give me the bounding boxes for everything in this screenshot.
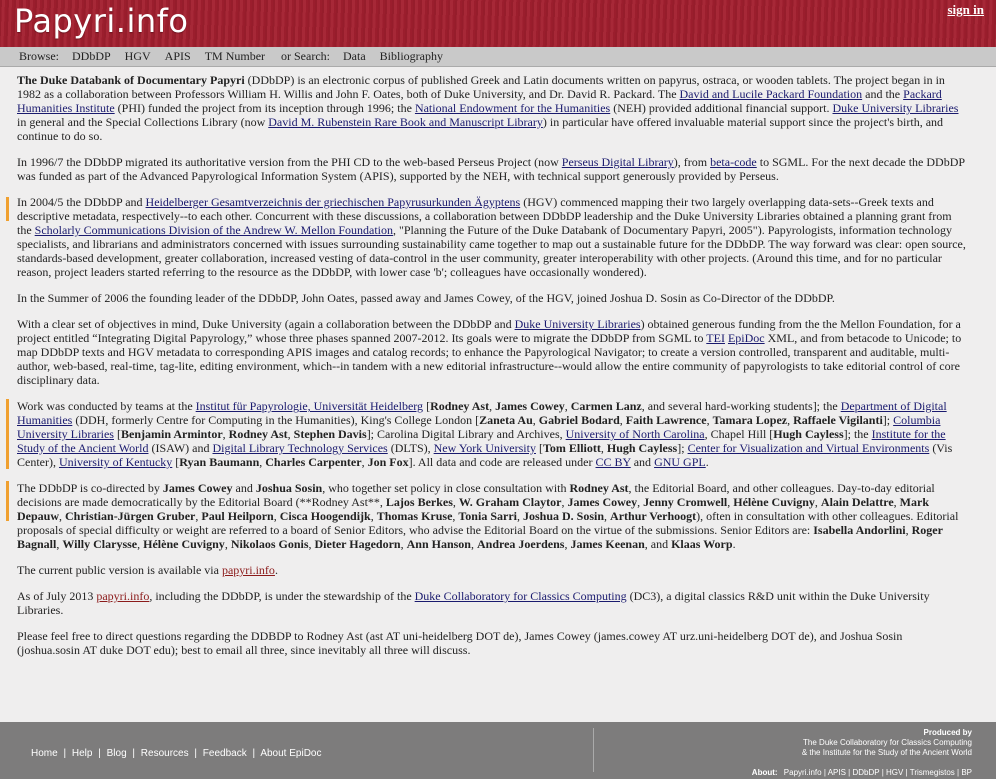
about-link-apis[interactable]: APIS: [828, 768, 846, 777]
about-link-papyri-info[interactable]: Papyri.info: [784, 768, 822, 777]
link-heidelberg[interactable]: Institut für Papyrologie, Universität He…: [196, 399, 423, 413]
link-perseus[interactable]: Perseus Digital Library: [562, 155, 674, 169]
produced-by-dc3[interactable]: The Duke Collaboratory for Classics Comp…: [802, 738, 972, 748]
nav-search-bibliography[interactable]: Bibliography: [380, 49, 443, 64]
about-link-bp[interactable]: BP: [961, 768, 972, 777]
paragraph-summer-2006: In the Summer of 2006 the founding leade…: [17, 291, 835, 305]
about-links: About: Papyri.info | APIS | DDbDP | HGV …: [751, 768, 972, 777]
nav-hgv[interactable]: HGV: [125, 49, 151, 64]
link-papyri-info-2[interactable]: papyri.info: [96, 589, 149, 603]
site-footer: Home | Help | Blog | Resources | Feedbac…: [0, 722, 996, 779]
about-link-trismegistos[interactable]: Trismegistos: [910, 768, 955, 777]
main-content: The Duke Databank of Documentary Papyri …: [6, 73, 967, 669]
footer-link-resources[interactable]: Resources: [141, 748, 189, 759]
produced-by-isaw[interactable]: & the Institute for the Study of the Anc…: [802, 748, 972, 758]
highlight-bar: [6, 399, 9, 469]
paragraph-teams: Work was conducted by teams at the Insti…: [6, 399, 967, 469]
link-dlts[interactable]: Digital Library Technology Services: [213, 441, 388, 455]
link-hgv[interactable]: Heidelberger Gesamtverzeichnis der griec…: [146, 195, 521, 209]
link-duke-libraries-2[interactable]: Duke University Libraries: [515, 317, 641, 331]
paragraph-contact: Please feel free to direct questions reg…: [17, 629, 903, 657]
about-link-ddbdp[interactable]: DDbDP: [852, 768, 879, 777]
footer-link-home[interactable]: Home: [31, 748, 58, 759]
footer-link-blog[interactable]: Blog: [107, 748, 127, 759]
paragraph-objectives: With a clear set of objectives in mind, …: [17, 317, 962, 387]
link-rubenstein-library[interactable]: David M. Rubenstein Rare Book and Manusc…: [268, 115, 543, 129]
footer-link-help[interactable]: Help: [72, 748, 93, 759]
link-papyri-info[interactable]: papyri.info: [222, 563, 275, 577]
nav-apis[interactable]: APIS: [165, 49, 191, 64]
link-mellon[interactable]: Scholarly Communications Division of the…: [35, 223, 393, 237]
link-kentucky[interactable]: University of Kentucky: [59, 455, 172, 469]
browse-nav: Browse: DDbDP HGV APIS TM Number or Sear…: [0, 47, 996, 67]
footer-links: Home | Help | Blog | Resources | Feedbac…: [31, 748, 322, 759]
highlight-bar: [6, 481, 9, 521]
produced-by: Produced by The Duke Collaboratory for C…: [801, 728, 972, 758]
link-cc-by[interactable]: CC BY: [596, 455, 631, 469]
link-tei[interactable]: TEI: [706, 331, 725, 345]
browse-label: Browse:: [19, 49, 59, 63]
highlight-bar: [6, 197, 9, 221]
footer-divider: [593, 728, 594, 772]
link-nyu[interactable]: New York University: [434, 441, 536, 455]
footer-link-about-epidoc[interactable]: About EpiDoc: [260, 748, 321, 759]
paragraph-perseus: In 1996/7 the DDbDP migrated its authori…: [17, 155, 965, 183]
paragraph-hgv: In 2004/5 the DDbDP and Heidelberger Ges…: [6, 195, 967, 279]
link-vis-center[interactable]: Center for Visualization and Virtual Env…: [688, 441, 930, 455]
link-packard-foundation[interactable]: David and Lucile Packard Foundation: [680, 87, 863, 101]
nav-tm-number[interactable]: TM Number: [205, 49, 265, 64]
site-logo[interactable]: Papyri.info: [14, 2, 188, 40]
paragraph-stewardship: As of July 2013 papyri.info, including t…: [17, 589, 930, 617]
link-dc3[interactable]: Duke Collaboratory for Classics Computin…: [415, 589, 627, 603]
link-gnu-gpl[interactable]: GNU GPL: [654, 455, 706, 469]
nav-ddbdp[interactable]: DDbDP: [72, 49, 111, 64]
sign-in-link[interactable]: sign in: [948, 2, 985, 18]
nav-search-data[interactable]: Data: [343, 49, 366, 64]
site-header: Papyri.info sign in: [0, 0, 996, 47]
paragraph-current-version: The current public version is available …: [17, 563, 278, 577]
paragraph-editorial: The DDbDP is co-directed by James Cowey …: [6, 481, 967, 551]
search-label: or Search:: [281, 49, 330, 63]
link-duke-libraries[interactable]: Duke University Libraries: [833, 101, 959, 115]
paragraph-intro: The Duke Databank of Documentary Papyri …: [17, 73, 959, 143]
link-unc[interactable]: University of North Carolina: [566, 427, 705, 441]
about-link-hgv[interactable]: HGV: [886, 768, 903, 777]
link-epidoc[interactable]: EpiDoc: [728, 331, 765, 345]
link-neh[interactable]: National Endowment for the Humanities: [415, 101, 610, 115]
link-beta-code[interactable]: beta-code: [710, 155, 757, 169]
footer-link-feedback[interactable]: Feedback: [203, 748, 247, 759]
